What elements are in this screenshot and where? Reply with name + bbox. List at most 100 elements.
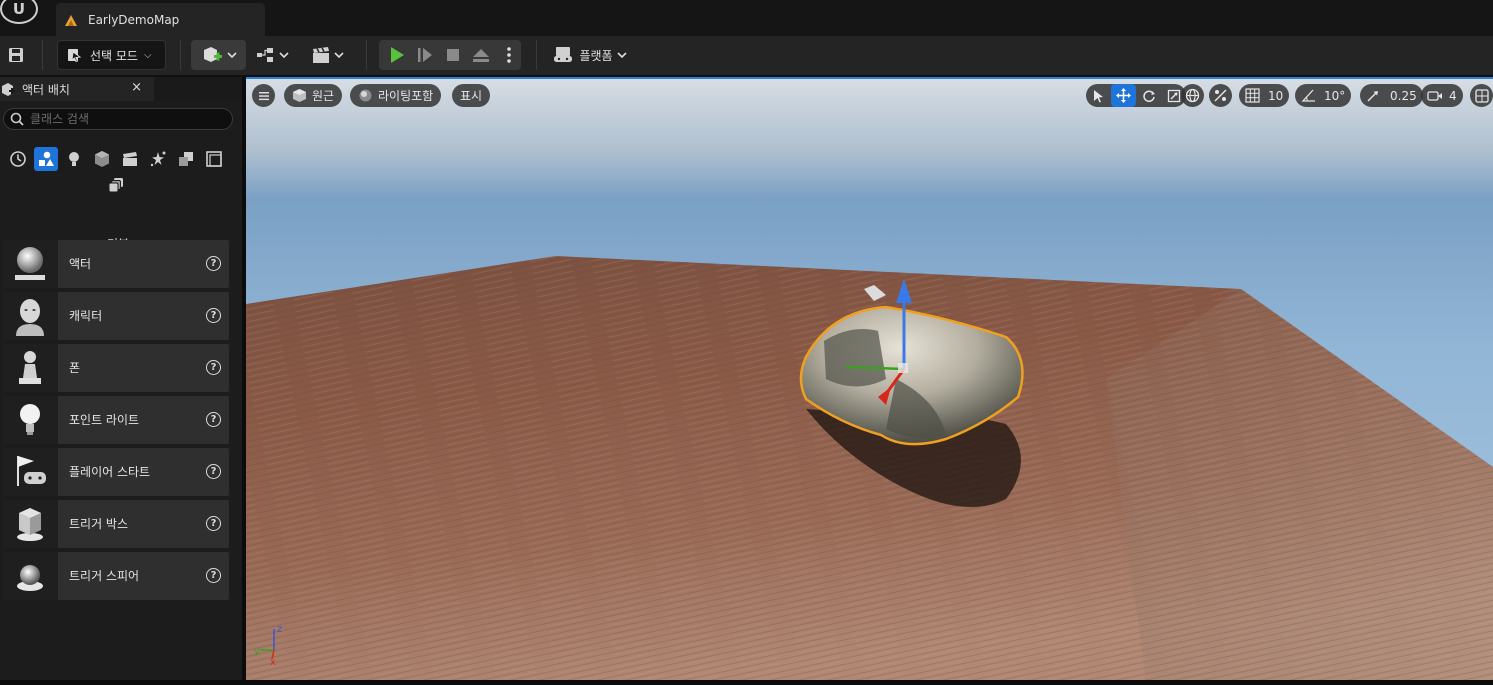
actor-item-trigger-box[interactable]: 트리거 박스 ? [2,500,229,548]
place-actors-panel: 액터 배치 × 클래스 검색 액터 ? 캐릭터 ? 폰 ? 포인트 라이트 ? … [0,77,242,685]
category-lights[interactable] [62,147,86,171]
blueprints-dropdown[interactable] [252,40,292,70]
cinematics-dropdown[interactable] [306,40,348,70]
search-icon [10,112,24,126]
more-options-icon [507,47,511,63]
play-button[interactable] [385,40,409,70]
hamburger-menu-icon [258,91,269,100]
help-icon[interactable]: ? [206,308,221,323]
actor-item-actor[interactable]: 액터 ? [2,240,229,288]
player-start-icon [17,456,46,486]
show-dropdown[interactable]: 표시 [452,84,491,107]
place-actors-body: 기본 액터 ? 캐릭터 ? [0,101,242,685]
eject-button[interactable] [469,40,493,70]
coordinate-system-button[interactable] [1181,84,1204,107]
tab-place-actors[interactable]: 액터 배치 × [0,77,154,101]
transform-tools [1086,84,1186,107]
show-label: 표시 [460,89,483,103]
actor-thumbnail [2,552,58,600]
help-icon[interactable]: ? [206,360,221,375]
scale-snap-icon [1367,90,1378,102]
move-arrows-icon [1116,88,1131,103]
save-icon [9,48,23,62]
camera-speed-button[interactable]: 4 [1421,84,1463,107]
unreal-logo-icon[interactable]: U [0,0,38,24]
category-all-classes[interactable] [104,173,128,197]
select-tool-button[interactable] [1086,84,1111,107]
level-viewport[interactable]: z y x 원근 라이팅포함 표시 10 10° 0.25 4 [246,77,1493,680]
tab-level-map[interactable]: EarlyDemoMap [56,3,265,36]
status-bar [0,680,1493,685]
actor-item-point-light[interactable]: 포인트 라이트 ? [2,396,229,444]
viewport-layout-button[interactable] [1470,84,1493,107]
stop-button[interactable] [441,40,465,70]
category-visual-effects[interactable] [146,147,170,171]
actor-item-label: 폰 [69,361,81,375]
grid-snap-button[interactable]: 10 [1239,84,1290,107]
play-icon [391,47,404,63]
all-classes-icon [108,178,123,193]
actor-thumbnail [2,396,58,444]
scale-snap-button[interactable]: 0.25 [1360,84,1423,107]
title-bar: U EarlyDemoMap [0,0,1493,36]
play-options-button[interactable] [499,40,519,70]
class-search-input[interactable] [30,112,220,126]
actor-thumbnail [2,292,58,340]
help-icon[interactable]: ? [206,412,221,427]
category-volumes[interactable] [202,147,226,171]
category-cinematic[interactable] [118,147,142,171]
translate-tool-button[interactable] [1111,84,1136,107]
selection-mode-dropdown[interactable]: 선택 모드 ⌵ [57,40,166,70]
actor-item-pawn[interactable]: 폰 ? [2,344,229,392]
trigger-box-icon [17,508,43,541]
surface-snapping-button[interactable] [1209,84,1232,107]
axis-z-label: z [277,624,282,635]
actor-item-label: 트리거 스피어 [69,569,140,583]
axis-x-label: x [270,657,276,668]
actor-thumbnail [2,344,58,392]
rotation-snap-button[interactable]: 10° [1295,84,1352,107]
help-icon[interactable]: ? [206,568,221,583]
actor-item-character[interactable]: 캐릭터 ? [2,292,229,340]
character-head-icon [16,299,44,336]
help-icon[interactable]: ? [206,256,221,271]
level-map-icon [65,14,77,26]
add-content-button[interactable] [191,40,246,70]
pawn-icon [19,351,41,384]
viewport-menu-button[interactable] [252,84,275,107]
grid-snap-value: 10 [1268,88,1284,103]
actor-item-trigger-sphere[interactable]: 트리거 스피어 ? [2,552,229,600]
close-icon[interactable]: × [131,80,142,95]
actor-item-label: 캐릭터 [69,309,103,323]
category-basic[interactable] [34,147,58,171]
view-mode-dropdown[interactable]: 라이팅포함 [350,84,442,107]
camera-icon [1427,90,1442,101]
platforms-icon [554,47,573,62]
save-button[interactable] [4,40,28,70]
rotate-tool-button[interactable] [1136,84,1161,107]
toolbar-separator [366,40,367,70]
help-icon[interactable]: ? [206,464,221,479]
actor-item-player-start[interactable]: 플레이어 스타트 ? [2,448,229,496]
actor-item-label: 트리거 박스 [69,517,129,531]
viewport-scene: z y x [246,79,1493,680]
advance-frame-button[interactable] [413,40,437,70]
chevron-down-icon [616,52,627,59]
volumes-icon [206,151,222,167]
rotate-icon [1142,90,1155,102]
toolbar-separator [180,40,181,70]
help-icon[interactable]: ? [206,516,221,531]
category-shapes[interactable] [90,147,114,171]
class-search-box[interactable] [3,108,233,130]
platforms-dropdown[interactable]: 플랫폼 [550,40,630,70]
perspective-dropdown[interactable]: 원근 [284,84,343,107]
category-recent[interactable] [6,147,30,171]
category-geometry[interactable] [174,147,198,171]
perspective-label: 원근 [312,89,335,103]
play-controls [379,40,521,70]
basic-shapes-icon [39,151,54,166]
view-mode-label: 라이팅포함 [378,89,434,103]
toolbar-separator [42,40,43,70]
eject-icon [473,49,489,62]
grid-icon [1245,88,1260,103]
